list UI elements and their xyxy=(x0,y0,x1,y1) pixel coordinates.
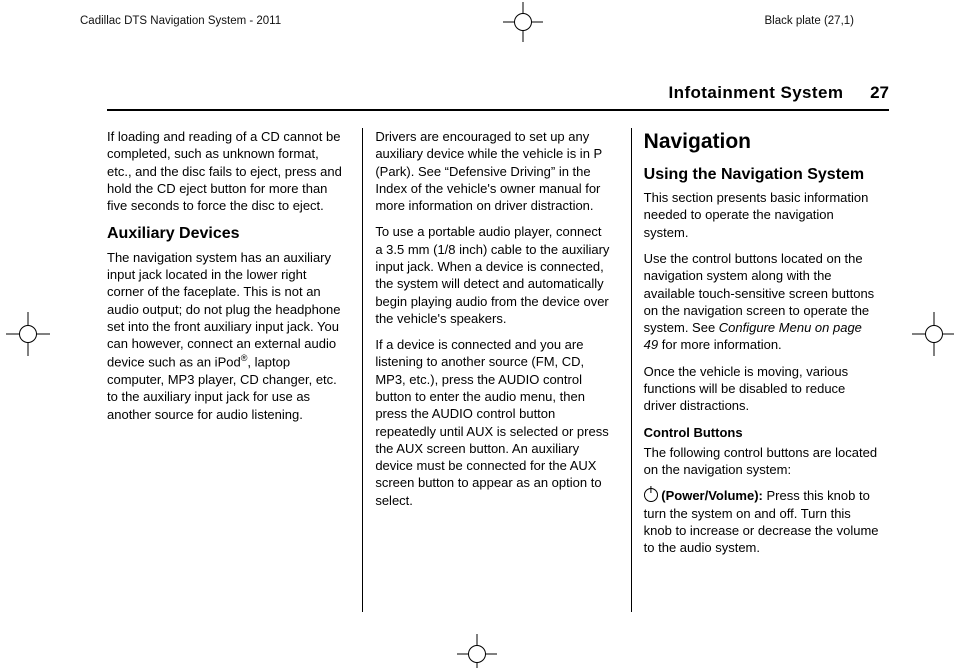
body-text: The navigation system has an auxiliary i… xyxy=(107,249,342,423)
column-3: Navigation Using the Navigation System T… xyxy=(631,128,889,612)
running-head: Infotainment System 27 xyxy=(107,82,889,109)
column-2: Drivers are encouraged to set up any aux… xyxy=(362,128,620,612)
body-text: Use the control buttons located on the n… xyxy=(644,250,879,354)
body-text: If a device is connected and you are lis… xyxy=(375,336,610,509)
column-1: If loading and reading of a CD cannot be… xyxy=(107,128,352,612)
chapter-title: Infotainment System xyxy=(669,83,844,102)
crop-doc-title-right: Black plate (27,1) xyxy=(765,14,855,30)
crop-mark-bottom xyxy=(457,634,497,668)
body-columns: If loading and reading of a CD cannot be… xyxy=(107,128,889,612)
page-number: 27 xyxy=(870,83,889,102)
header-rule xyxy=(107,109,889,111)
heading-auxiliary-devices: Auxiliary Devices xyxy=(107,223,342,244)
power-icon xyxy=(644,488,658,502)
crop-mark-top xyxy=(503,2,543,42)
body-text: Once the vehicle is moving, various func… xyxy=(644,363,879,415)
heading-using-navigation-system: Using the Navigation System xyxy=(644,164,879,185)
heading-control-buttons: Control Buttons xyxy=(644,424,879,441)
body-text: If loading and reading of a CD cannot be… xyxy=(107,128,342,214)
body-text: Drivers are encouraged to set up any aux… xyxy=(375,128,610,214)
heading-navigation: Navigation xyxy=(644,128,879,156)
body-text: (Power/Volume): Press this knob to turn … xyxy=(644,487,879,556)
body-text: To use a portable audio player, connect … xyxy=(375,223,610,327)
crop-mark-right xyxy=(914,314,954,354)
crop-doc-title-left: Cadillac DTS Navigation System - 2011 xyxy=(80,14,281,30)
body-text: This section presents basic information … xyxy=(644,189,879,241)
crop-mark-left xyxy=(8,314,48,354)
body-text: The following control buttons are locate… xyxy=(644,444,879,479)
